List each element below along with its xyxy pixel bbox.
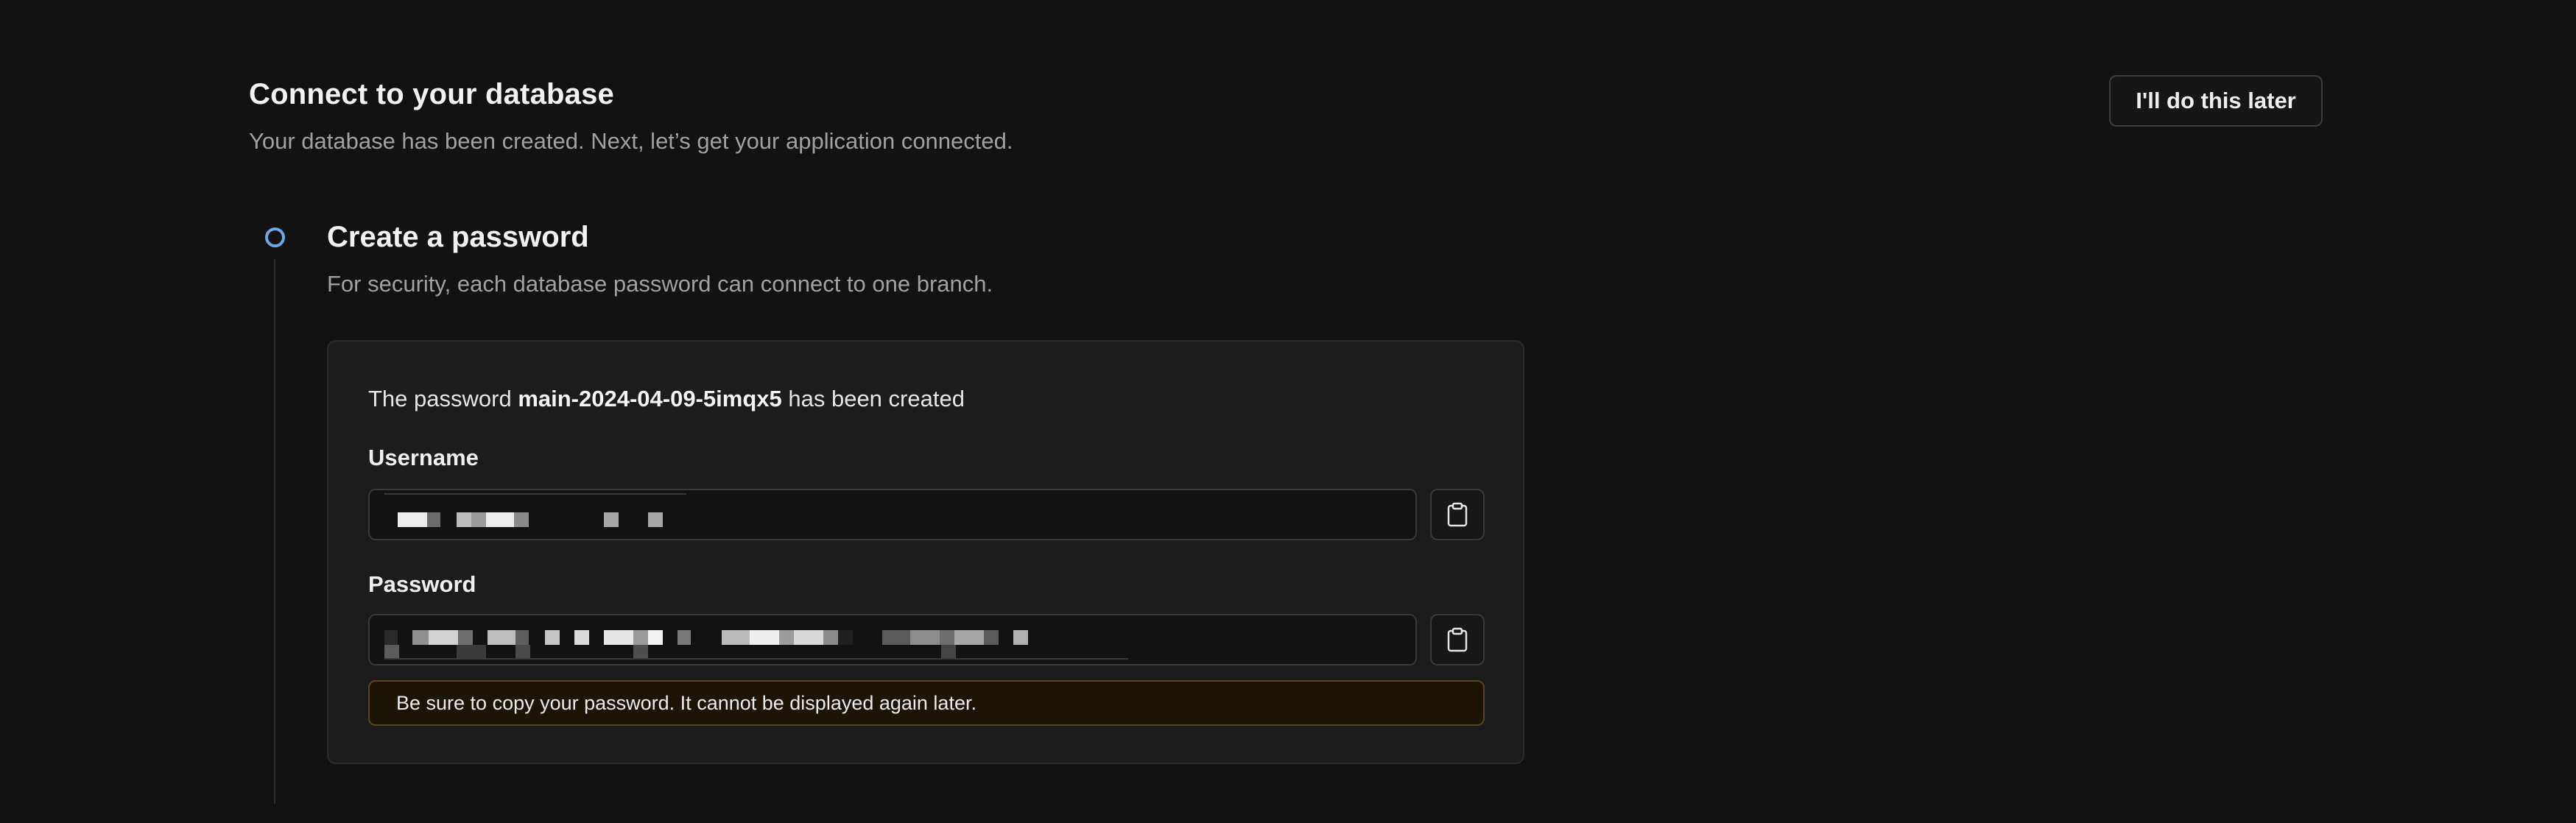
connect-database-page: Connect to your database Your database h… <box>0 0 2576 823</box>
step-connector-line <box>274 259 275 804</box>
created-prefix: The password <box>368 386 518 412</box>
password-label: Password <box>368 571 476 597</box>
clipboard-icon <box>1447 627 1468 652</box>
password-field[interactable] <box>368 614 1417 665</box>
do-this-later-button[interactable]: I'll do this later <box>2109 75 2323 127</box>
warning-text: Be sure to copy your password. It cannot… <box>396 691 976 714</box>
username-label: Username <box>368 445 479 470</box>
copy-password-button[interactable] <box>1430 614 1485 665</box>
clipboard-icon <box>1447 502 1468 527</box>
step-title: Create a password <box>327 221 589 253</box>
password-name: main-2024-04-09-5imqx5 <box>518 386 782 412</box>
username-field[interactable] <box>368 489 1417 540</box>
page-subtitle: Your database has been created. Next, le… <box>249 128 1013 154</box>
password-created-message: The password main-2024-04-09-5imqx5 has … <box>368 386 965 412</box>
step-subtitle: For security, each database password can… <box>327 271 993 297</box>
password-card: The password main-2024-04-09-5imqx5 has … <box>327 340 1524 764</box>
copy-password-warning: Be sure to copy your password. It cannot… <box>368 680 1485 726</box>
page-title: Connect to your database <box>249 78 614 110</box>
copy-username-button[interactable] <box>1430 489 1485 540</box>
created-suffix: has been created <box>781 386 965 412</box>
step-indicator-icon <box>265 227 285 247</box>
